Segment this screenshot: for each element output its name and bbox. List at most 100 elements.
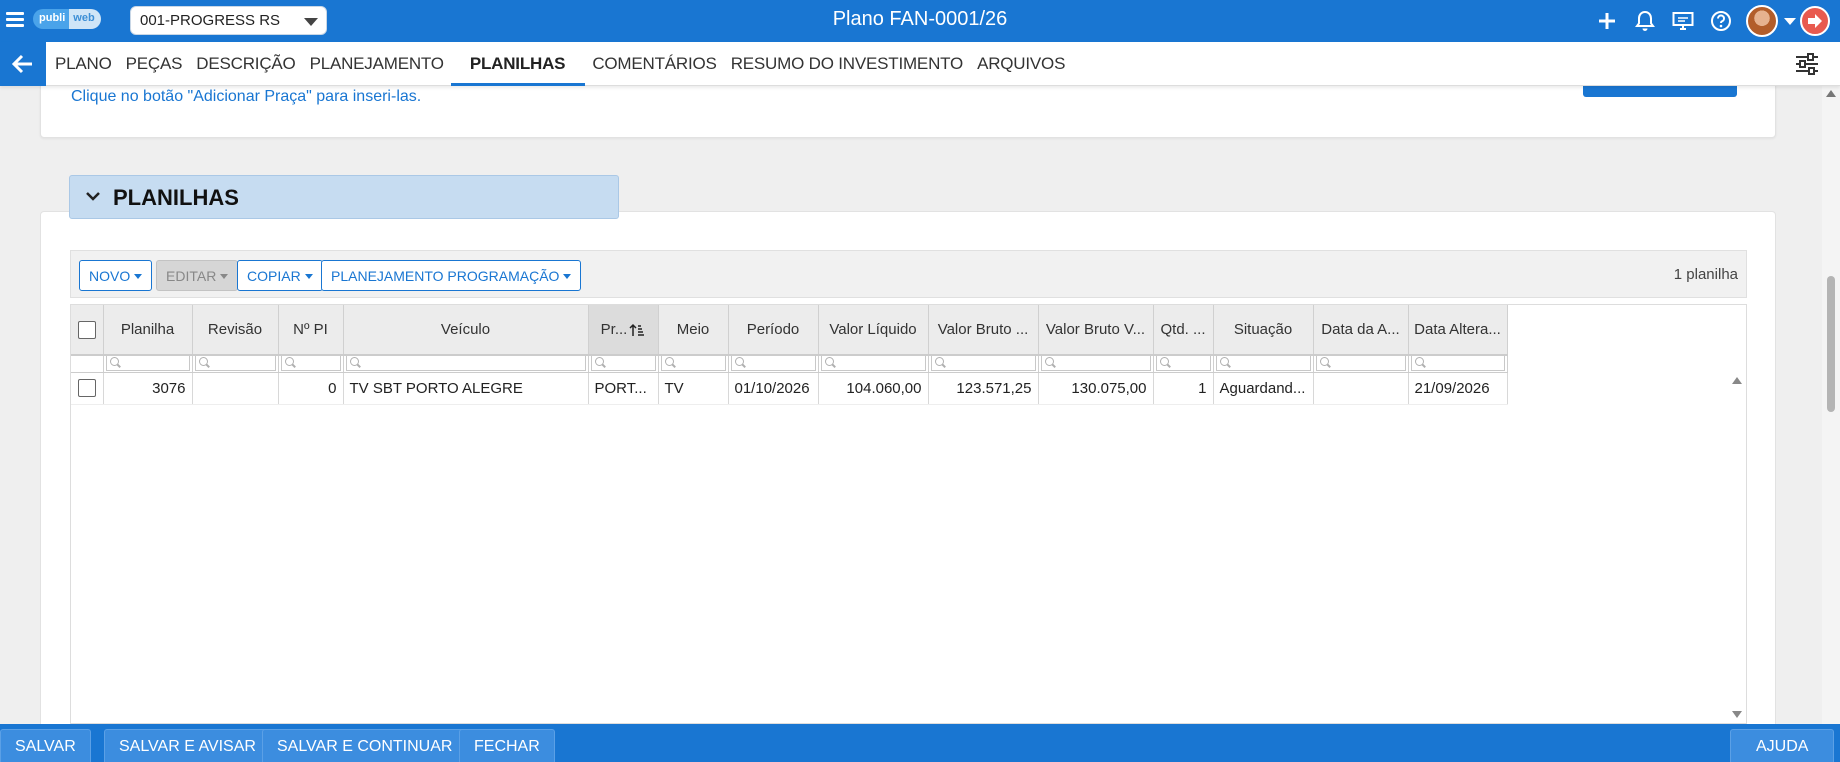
search-icon[interactable] [820,356,926,372]
menu-icon[interactable] [6,12,24,28]
grid-scroll-down-icon[interactable] [1732,711,1742,718]
bell-icon[interactable] [1632,8,1658,34]
logout-icon[interactable] [1800,6,1830,36]
column-header[interactable]: Data Altera... [1408,305,1508,356]
search-icon[interactable] [345,356,586,372]
tab-comentarios[interactable]: COMENTÁRIOS [585,42,723,86]
scroll-up-icon[interactable] [1826,90,1836,97]
cell-qtd[interactable]: 1 [1153,372,1214,405]
column-header[interactable]: Nº PI [278,305,344,356]
cell-revisao[interactable] [192,372,279,405]
table-row[interactable]: 3076 0 TV SBT PORTO ALEGRE PORT... TV 01… [71,372,1508,405]
filter-cell[interactable] [343,355,589,373]
filter-cell[interactable] [818,355,929,373]
novo-button[interactable]: NOVO [79,260,153,291]
filter-cell[interactable] [103,355,193,373]
column-header[interactable]: Período [728,305,819,356]
search-icon[interactable] [1155,356,1211,372]
cell-veiculo[interactable]: TV SBT PORTO ALEGRE [343,372,589,405]
tab-planejamento[interactable]: PLANEJAMENTO [303,42,451,86]
publiweb-logo[interactable]: publi web [33,9,101,29]
filter-cell[interactable] [658,355,729,373]
tab-resumo-do-investimento[interactable]: RESUMO DO INVESTIMENTO [724,42,970,86]
column-header[interactable]: Qtd. ... [1153,305,1214,356]
filter-cell[interactable] [728,355,819,373]
column-header-sorted[interactable]: Pr... [588,305,659,356]
cell-npi[interactable]: 0 [278,372,344,405]
cell-periodo[interactable]: 01/10/2026 [728,372,819,405]
cell-praca[interactable]: PORT... [588,372,659,405]
cell-valor-bruto[interactable]: 123.571,25 [928,372,1039,405]
column-header[interactable]: Valor Bruto ... [928,305,1039,356]
filter-cell[interactable] [1313,355,1409,373]
filter-cell[interactable] [1213,355,1314,373]
tab-plano[interactable]: PLANO [48,42,119,86]
salvar-e-avisar-button[interactable]: SALVAR E AVISAR [104,729,271,762]
tab-arquivos[interactable]: ARQUIVOS [970,42,1072,86]
tab-planilhas[interactable]: PLANILHAS [450,42,586,86]
cell-situacao[interactable]: Aguardand... [1213,372,1314,405]
monitor-icon[interactable] [1670,8,1696,34]
search-icon[interactable] [1040,356,1151,372]
cell-valor-bruto-v[interactable]: 130.075,00 [1038,372,1154,405]
filter-cell[interactable] [588,355,659,373]
search-icon[interactable] [1215,356,1311,372]
client-select[interactable]: 001-PROGRESS RS [130,6,327,35]
filter-cell[interactable] [1153,355,1214,373]
search-icon[interactable] [590,356,656,372]
salvar-button[interactable]: SALVAR [0,729,91,762]
column-header[interactable]: Data da A... [1313,305,1409,356]
plus-icon[interactable] [1594,8,1620,34]
chevron-down-icon[interactable] [1784,17,1796,25]
tab-pecas[interactable]: PEÇAS [119,42,190,86]
search-icon[interactable] [1410,356,1505,372]
column-header[interactable]: Planilha [103,305,193,356]
chevron-down-icon [86,192,100,201]
salvar-e-continuar-button[interactable]: SALVAR E CONTINUAR [262,729,468,762]
back-button[interactable] [0,42,46,86]
cell-meio[interactable]: TV [658,372,729,405]
search-icon[interactable] [194,356,276,372]
column-header[interactable]: Situação [1213,305,1314,356]
column-header[interactable]: Revisão [192,305,279,356]
ajuda-button[interactable]: AJUDA [1730,729,1835,762]
search-icon[interactable] [280,356,341,372]
scrollbar-thumb[interactable] [1827,276,1835,412]
logo-text-right: web [69,9,101,29]
column-header[interactable]: Meio [658,305,729,356]
cell-data-alteracao[interactable]: 21/09/2026 [1408,372,1508,405]
row-checkbox[interactable] [77,379,96,398]
cell-planilha[interactable]: 3076 [103,372,193,405]
search-icon[interactable] [105,356,190,372]
search-icon[interactable] [1315,356,1406,372]
cell-data-a[interactable] [1313,372,1409,405]
avatar[interactable] [1746,5,1778,37]
filter-cell[interactable] [278,355,344,373]
filter-cell[interactable] [1408,355,1508,373]
search-icon[interactable] [660,356,726,372]
grid-toolbar: NOVO EDITAR COPIAR PLANEJAMENTO PROGRAMA… [70,250,1747,298]
planilhas-section-header[interactable]: PLANILHAS [69,175,619,219]
row-select[interactable] [71,372,104,405]
fechar-button[interactable]: FECHAR [459,729,555,762]
help-icon[interactable] [1708,8,1734,34]
column-header[interactable]: Valor Líquido [818,305,929,356]
column-header[interactable]: Valor Bruto V... [1038,305,1154,356]
tab-descricao[interactable]: DESCRIÇÃO [189,42,302,86]
select-all-checkbox[interactable] [77,320,96,339]
cell-valor-liquido[interactable]: 104.060,00 [818,372,929,405]
filter-cell[interactable] [192,355,279,373]
editar-button[interactable]: EDITAR [156,260,239,291]
page-scrollbar[interactable] [1822,86,1840,724]
search-icon[interactable] [930,356,1036,372]
filter-cell[interactable] [928,355,1039,373]
copiar-button[interactable]: COPIAR [237,260,323,291]
section-title: PLANILHAS [113,185,239,210]
column-header[interactable]: Veículo [343,305,589,356]
grid-scroll-up-icon[interactable] [1732,377,1742,384]
planejamento-programacao-button[interactable]: PLANEJAMENTO PROGRAMAÇÃO [321,260,582,291]
sliders-icon[interactable] [1794,52,1820,76]
filter-cell[interactable] [1038,355,1154,373]
search-icon[interactable] [730,356,816,372]
select-all-header[interactable] [71,305,104,356]
